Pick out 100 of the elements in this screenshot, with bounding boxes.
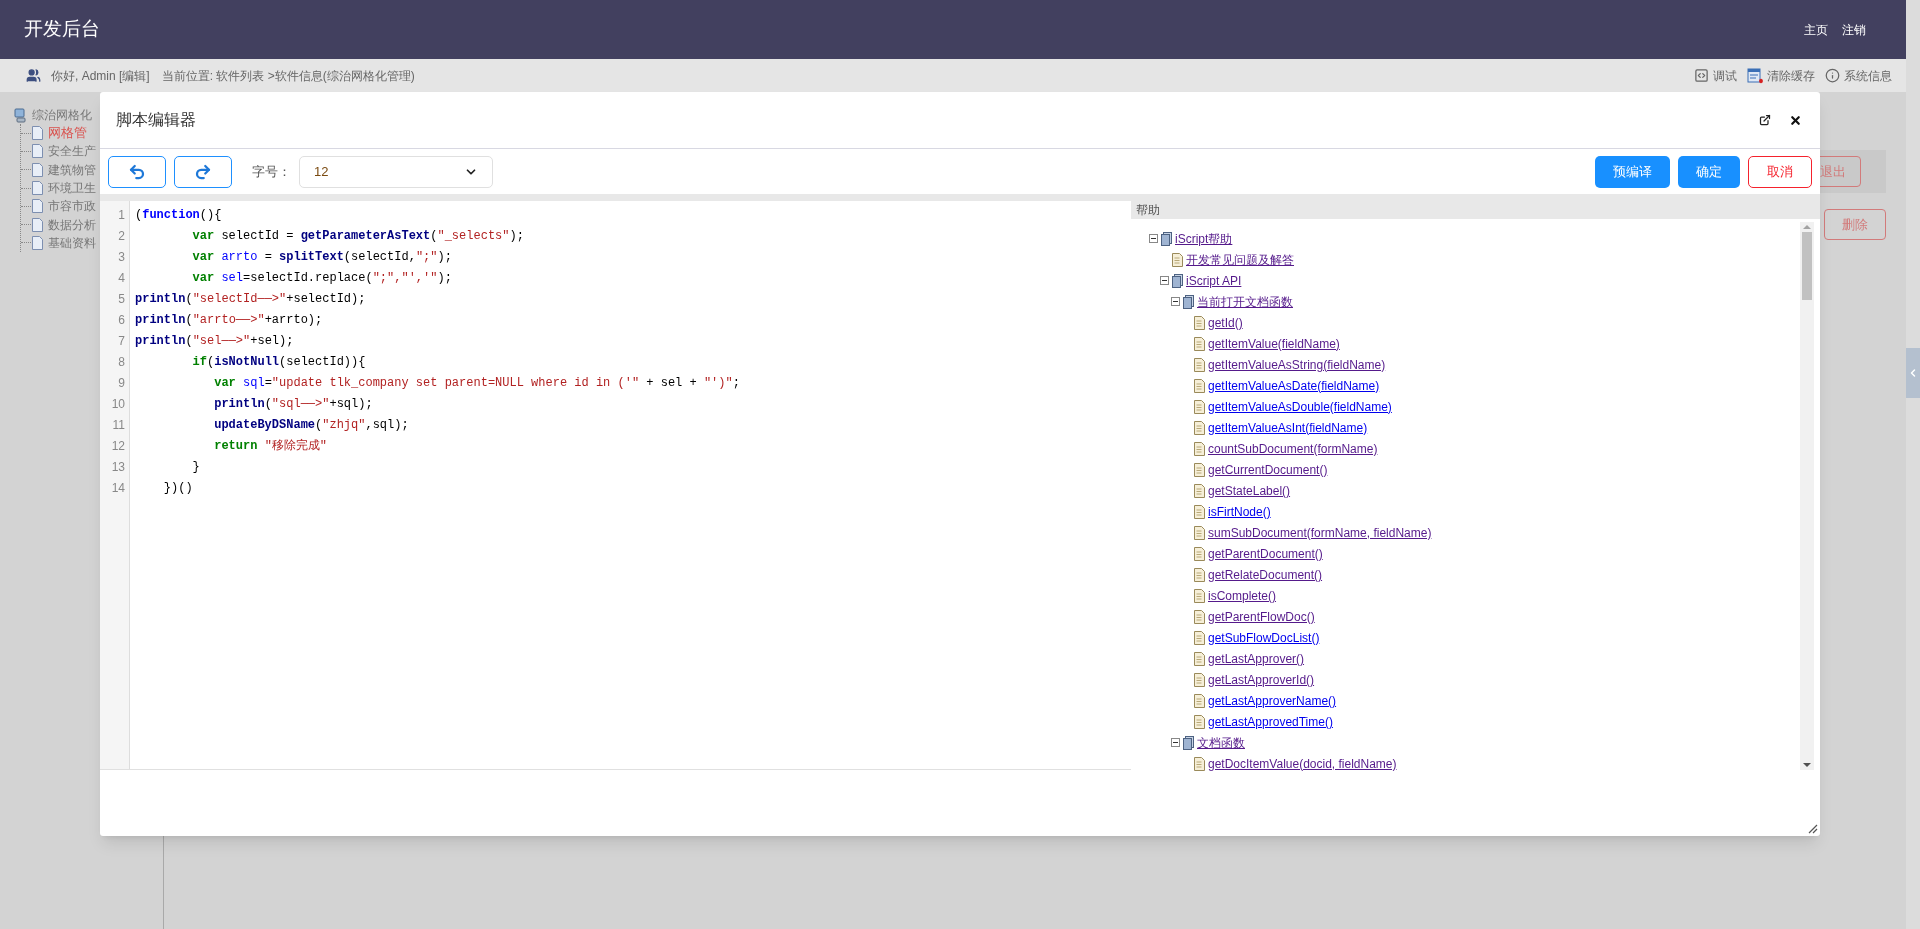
info-icon [1825, 68, 1840, 83]
scrollbar[interactable] [1800, 222, 1814, 770]
line-number: 1 [118, 207, 125, 224]
help-link[interactable]: getLastApproverId() [1208, 670, 1315, 689]
help-link[interactable]: countSubDocument(formName) [1208, 439, 1378, 458]
code-line: if(isNotNull(selectId)){ [191, 354, 366, 371]
line-number: 11 [112, 417, 125, 434]
help-link[interactable]: isFirtNode() [1208, 502, 1271, 521]
page-icon [1194, 546, 1205, 561]
page-icon [1194, 441, 1205, 456]
page-icon [1194, 567, 1205, 582]
page-icon [31, 144, 44, 159]
toolbar-link[interactable]: 调试 [1694, 66, 1737, 85]
help-link[interactable]: 文档函数 [1197, 733, 1245, 752]
line-number: 3 [118, 249, 125, 266]
page-icon [1194, 315, 1205, 330]
help-link[interactable]: getItemValueAsInt(fieldName) [1208, 418, 1368, 437]
help-link[interactable]: getStateLabel() [1208, 481, 1291, 500]
page-icon [1194, 336, 1205, 351]
font-size-select[interactable]: 12 [299, 155, 493, 188]
code-line: (function(){ [135, 207, 222, 224]
code-line: println("arrto——>"+arrto); [135, 312, 323, 329]
code-line: } [191, 459, 200, 476]
page-icon [1194, 378, 1205, 393]
page-icon [1194, 756, 1205, 771]
collapse-icon[interactable] [1171, 297, 1180, 306]
help-link[interactable]: getLastApproverName() [1208, 691, 1337, 710]
toolbar-link[interactable]: 清除缓存 [1747, 66, 1815, 85]
book-icon [1172, 273, 1184, 288]
help-link[interactable]: getItemValueAsDate(fieldName) [1208, 376, 1380, 395]
page-icon [1194, 672, 1205, 687]
help-link[interactable]: getLastApprovedTime() [1208, 712, 1333, 731]
document-icon [1747, 67, 1763, 84]
help-link[interactable]: getSubFlowDocList() [1208, 628, 1320, 647]
redo-button[interactable] [174, 155, 232, 188]
page-icon [31, 126, 44, 141]
page-icon [1194, 504, 1205, 519]
line-number: 4 [118, 270, 125, 287]
undo-icon [128, 162, 146, 181]
dialog-button[interactable]: 取消 [1748, 155, 1812, 188]
help-link[interactable]: 开发常见问题及解答 [1186, 250, 1294, 269]
header-link[interactable]: 注销 [1842, 20, 1866, 39]
code-line: println("selectId——>"+selectId); [135, 291, 366, 308]
page-icon [1194, 714, 1205, 729]
line-number: 6 [118, 312, 125, 329]
code-line: })() [162, 480, 193, 497]
app-title: 开发后台 [24, 17, 100, 42]
close-icon[interactable] [1789, 113, 1802, 127]
scrollbar-thumb[interactable] [1802, 232, 1812, 300]
line-number: 12 [111, 438, 125, 455]
help-link[interactable]: getItemValueAsDouble(fieldName) [1208, 397, 1392, 416]
line-number: 10 [111, 396, 125, 413]
page-icon [1194, 588, 1205, 603]
help-link[interactable]: sumSubDocument(formName, fieldName) [1208, 523, 1432, 542]
page-icon [1194, 609, 1205, 624]
help-link[interactable]: getDocItemValue(docid, fieldName) [1208, 754, 1397, 773]
scroll-down-icon[interactable] [1803, 760, 1811, 770]
line-number: 5 [118, 291, 125, 308]
undo-button[interactable] [108, 155, 166, 188]
book-icon [1161, 231, 1173, 246]
code-line: var arrto = splitText(selectId,";"); [191, 249, 452, 266]
line-number: 13 [111, 459, 125, 476]
breadcrumb-text: 当前位置: 软件列表 >软件信息(综治网格化管理) [161, 67, 415, 85]
line-number: 14 [111, 480, 125, 497]
line-number: 8 [118, 354, 125, 371]
help-link[interactable]: getLastApprover() [1208, 649, 1305, 668]
dialog-title: 脚本编辑器 [116, 110, 196, 130]
external-link-icon[interactable] [1759, 114, 1771, 126]
code-line: var selectId = getParameterAsText("_selects"); [191, 228, 524, 245]
page-icon [31, 217, 44, 232]
collapse-icon[interactable] [1149, 234, 1158, 243]
help-link[interactable]: getCurrentDocument() [1208, 460, 1328, 479]
help-link[interactable]: getItemValue(fieldName) [1208, 334, 1340, 353]
help-link[interactable]: 当前打开文档函数 [1197, 292, 1293, 311]
users-icon [26, 68, 41, 83]
help-link[interactable]: getRelateDocument() [1208, 565, 1323, 584]
help-link[interactable]: getParentDocument() [1208, 544, 1323, 563]
page-icon [31, 162, 44, 177]
toolbar-link[interactable]: 系统信息 [1825, 66, 1892, 85]
help-link[interactable]: getParentFlowDoc() [1208, 607, 1315, 626]
collapse-icon[interactable] [1171, 738, 1180, 747]
page-icon [1194, 399, 1205, 414]
collapse-icon[interactable] [1160, 276, 1169, 285]
help-title: 帮助 [1136, 202, 1160, 219]
redo-icon [194, 162, 212, 181]
help-link[interactable]: iScript帮助 [1175, 229, 1233, 248]
code-line: updateByDSName("zhjq",sql); [213, 417, 409, 434]
page-icon [1194, 462, 1205, 477]
resize-grip-icon[interactable] [1808, 824, 1818, 834]
line-number: 7 [118, 333, 125, 350]
help-link[interactable]: isComplete() [1208, 586, 1276, 605]
help-link[interactable]: iScript API [1186, 271, 1242, 290]
line-number: 9 [118, 375, 125, 392]
page-icon [1194, 693, 1205, 708]
code-line: println("sel——>"+sel); [135, 333, 294, 350]
help-link[interactable]: getId() [1208, 313, 1243, 332]
help-link[interactable]: getItemValueAsString(fieldName) [1208, 355, 1386, 374]
header-link[interactable]: 主页 [1804, 20, 1828, 39]
code-line: return "移除完成" [213, 438, 328, 455]
page-icon [1194, 651, 1205, 666]
